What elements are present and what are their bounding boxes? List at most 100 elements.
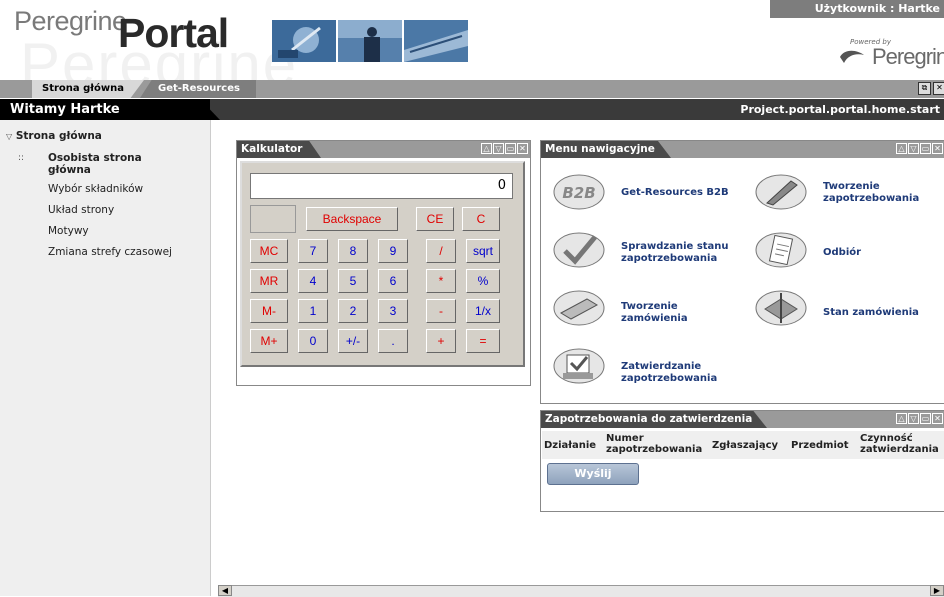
move-down-icon[interactable]: ▽	[908, 143, 919, 154]
tab-tools: ⧉ ✕	[918, 82, 944, 95]
column-header[interactable]: Przedmiot	[791, 440, 849, 451]
portlet-controls: △ ▽ ▭ ✕	[896, 143, 943, 154]
percent-button[interactable]: %	[466, 269, 500, 293]
sidebar-item-motywy[interactable]: Motywy	[48, 225, 89, 237]
move-up-icon[interactable]: △	[481, 143, 492, 154]
status-icon[interactable]	[755, 289, 807, 327]
move-down-icon[interactable]: ▽	[493, 143, 504, 154]
approvals-table-header: Działanie Numer zapotrzebowania Zgłaszaj…	[542, 431, 944, 459]
sidebar-item-wybor[interactable]: Wybór składników	[48, 183, 143, 195]
banner-image-satellite	[272, 20, 336, 62]
m-plus-button[interactable]: M+	[250, 329, 288, 353]
approvals-title: Zapotrzebowania do zatwierdzenia	[541, 411, 767, 428]
menu-link-stan-zamowienia[interactable]: Stan zamówienia	[823, 307, 919, 319]
ce-button[interactable]: CE	[416, 207, 454, 231]
approvals-portlet: Zapotrzebowania do zatwierdzenia △ ▽ ▭ ✕…	[540, 410, 944, 512]
backspace-button[interactable]: Backspace	[306, 207, 398, 231]
column-header[interactable]: Numer zapotrzebowania	[606, 433, 706, 455]
digit-0-button[interactable]: 0	[298, 329, 328, 353]
digit-8-button[interactable]: 8	[338, 239, 368, 263]
welcome-title: Witamy Hartke	[10, 102, 120, 117]
menu-link-zatwierdzanie[interactable]: Zatwierdzanie zapotrzebowania	[621, 361, 741, 385]
menu-link-tworzenie-zapotrzebowania[interactable]: Tworzenie zapotrzebowania	[823, 181, 939, 205]
c-button[interactable]: C	[462, 207, 500, 231]
scroll-right-icon[interactable]: ▶	[930, 585, 944, 596]
divide-button[interactable]: /	[426, 239, 456, 263]
move-up-icon[interactable]: △	[896, 413, 907, 424]
move-up-icon[interactable]: △	[896, 143, 907, 154]
sqrt-button[interactable]: sqrt	[466, 239, 500, 263]
banner-image-businessman	[338, 20, 402, 62]
user-label: Użytkownik : Hartke	[770, 0, 944, 18]
nav-menu-title: Menu nawigacyjne	[541, 141, 671, 158]
digit-1-button[interactable]: 1	[298, 299, 328, 323]
menu-link-b2b[interactable]: Get-Resources B2B	[621, 187, 729, 199]
digit-4-button[interactable]: 4	[298, 269, 328, 293]
portlet-controls: △ ▽ ▭ ✕	[896, 413, 943, 424]
reciprocal-button[interactable]: 1/x	[466, 299, 500, 323]
logo-text: Peregrine	[14, 6, 127, 36]
bullet-icon: ::	[18, 153, 25, 163]
mc-button[interactable]: MC	[250, 239, 288, 263]
mr-button[interactable]: MR	[250, 269, 288, 293]
menu-link-sprawdzanie[interactable]: Sprawdzanie stanu zapotrzebowania	[621, 241, 743, 265]
banner-image-keyboard	[404, 20, 468, 62]
memory-indicator	[250, 205, 296, 233]
calculator-portlet: Kalkulator △ ▽ ▭ ✕ 0 Backspace CE C MC 7…	[236, 140, 531, 386]
sidebar-section-label: Strona główna	[15, 130, 102, 142]
sidebar-item-osobista[interactable]: Osobista strona główna	[48, 152, 158, 176]
close-icon[interactable]: ✕	[933, 82, 944, 95]
minimize-icon[interactable]: ▭	[920, 143, 931, 154]
digit-7-button[interactable]: 7	[298, 239, 328, 263]
menu-link-odbior[interactable]: Odbiór	[823, 247, 861, 259]
sidebar-section[interactable]: ▽ Strona główna	[6, 130, 102, 142]
move-down-icon[interactable]: ▽	[908, 413, 919, 424]
minimize-icon[interactable]: ▭	[505, 143, 516, 154]
menu-link-tworzenie-zamowienia[interactable]: Tworzenie zamówienia	[621, 301, 731, 325]
close-icon[interactable]: ✕	[932, 143, 943, 154]
receipt-icon[interactable]	[755, 231, 807, 269]
digit-6-button[interactable]: 6	[378, 269, 408, 293]
sidebar-item-uklad[interactable]: Układ strony	[48, 204, 114, 216]
check-icon[interactable]	[553, 231, 605, 269]
peregrine-logo-icon	[840, 50, 864, 63]
add-button[interactable]: +	[426, 329, 456, 353]
calculator-title: Kalkulator	[237, 141, 321, 158]
b2b-icon[interactable]: B2B	[553, 173, 605, 211]
column-header[interactable]: Czynność zatwierdzania	[860, 433, 944, 455]
digit-5-button[interactable]: 5	[338, 269, 368, 293]
m-minus-button[interactable]: M-	[250, 299, 288, 323]
digit-2-button[interactable]: 2	[338, 299, 368, 323]
send-button[interactable]: Wyślij	[547, 463, 639, 485]
portal-path: Project.portal.portal.home.start	[740, 103, 940, 116]
pen-icon[interactable]	[755, 173, 807, 211]
tab-get-resources[interactable]: Get-Resources	[140, 80, 256, 98]
horizontal-scrollbar[interactable]	[218, 585, 944, 597]
decimal-button[interactable]: .	[378, 329, 408, 353]
portlet-controls: △ ▽ ▭ ✕	[481, 143, 528, 154]
nav-menu-portlet: Menu nawigacyjne △ ▽ ▭ ✕ B2B Get-Resourc…	[540, 140, 944, 404]
scroll-left-icon[interactable]: ◀	[218, 585, 232, 596]
equals-button[interactable]: =	[466, 329, 500, 353]
sidebar-item-strefa[interactable]: Zmiana strefy czasowej	[48, 246, 172, 258]
subtract-button[interactable]: -	[426, 299, 456, 323]
svg-text:B2B: B2B	[562, 184, 595, 202]
column-header[interactable]: Zgłaszający	[712, 440, 778, 451]
close-icon[interactable]: ✕	[517, 143, 528, 154]
close-icon[interactable]: ✕	[932, 413, 943, 424]
digit-9-button[interactable]: 9	[378, 239, 408, 263]
tab-strona-glowna[interactable]: Strona główna	[32, 80, 144, 98]
order-icon[interactable]	[553, 289, 605, 327]
approve-icon[interactable]	[553, 347, 605, 385]
digit-3-button[interactable]: 3	[378, 299, 408, 323]
triangle-down-icon: ▽	[6, 132, 13, 141]
calculator-body: 0 Backspace CE C MC 7 8 9 / sqrt MR 4 5 …	[240, 161, 525, 367]
sign-button[interactable]: +/-	[338, 329, 368, 353]
multiply-button[interactable]: *	[426, 269, 456, 293]
header: Peregrine Peregrine Portal Użytkownik : …	[0, 0, 944, 98]
column-header[interactable]: Działanie	[544, 440, 596, 451]
minimize-icon[interactable]: ▭	[920, 413, 931, 424]
detach-icon[interactable]: ⧉	[918, 82, 931, 95]
sidebar: ▽ Strona główna :: Osobista strona główn…	[0, 120, 211, 596]
brand-name: Peregrine	[872, 44, 944, 69]
